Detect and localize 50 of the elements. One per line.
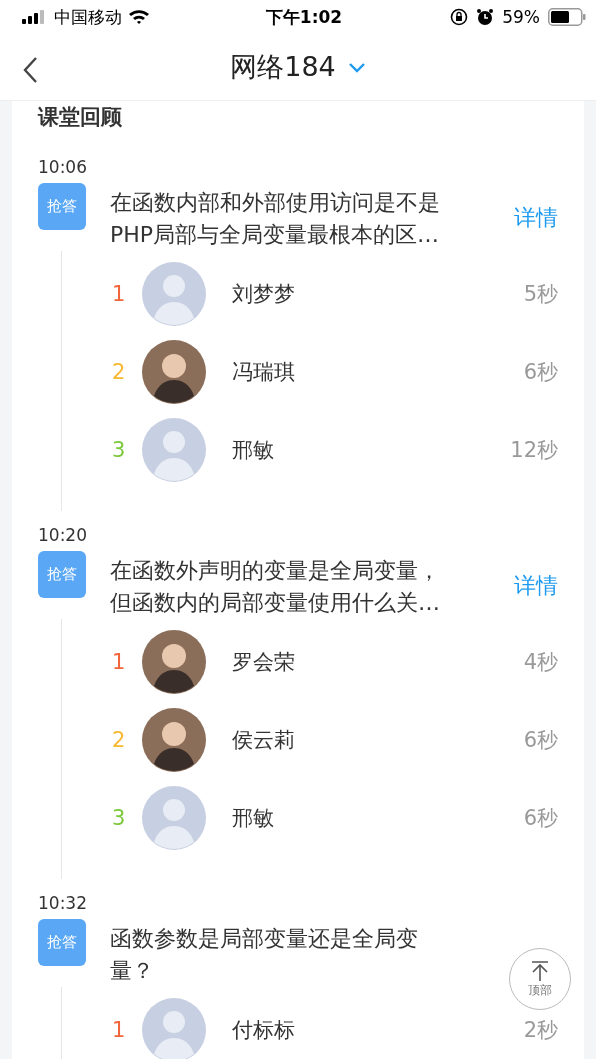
- answer-time: 6秒: [523, 727, 558, 754]
- rank-number: 2: [112, 728, 127, 752]
- carrier-name: 中国移动: [54, 5, 122, 29]
- rank-number: 1: [112, 282, 127, 306]
- answer-time: 4秒: [523, 649, 558, 676]
- quiz-badge: 抢答: [38, 919, 86, 966]
- arrow-up-icon: [530, 959, 550, 982]
- clock-time: 下午1:02: [265, 6, 343, 27]
- battery-icon: [548, 8, 586, 26]
- question-text: 在函数外声明的变量是全局变量，但函数内的局部变量使用什么关…: [110, 557, 441, 617]
- rotation-lock-icon: [450, 8, 469, 26]
- battery-percent: 59%: [502, 7, 540, 27]
- avatar-icon: [142, 340, 206, 404]
- session-time: 10:32: [38, 893, 87, 913]
- answer-time: 2秒: [523, 1017, 558, 1044]
- details-link[interactable]: 详情: [514, 571, 558, 601]
- avatar-icon: [142, 630, 206, 694]
- answer-time: 6秒: [523, 359, 558, 386]
- student-name: 侯云莉: [232, 727, 296, 754]
- session-time: 10:20: [38, 525, 87, 545]
- avatar-icon: [142, 262, 206, 326]
- rank-number: 3: [112, 806, 127, 830]
- rank-number: 1: [112, 650, 127, 674]
- student-name: 邢敏: [232, 437, 275, 464]
- student-name: 冯瑞琪: [232, 359, 296, 386]
- wifi-icon: [128, 9, 150, 25]
- question-text: 函数参数是局部变量还是全局变量？: [110, 925, 419, 985]
- student-name: 罗会荣: [232, 649, 296, 676]
- answer-time: 5秒: [523, 281, 558, 308]
- quiz-badge: 抢答: [38, 551, 86, 598]
- alarm-icon: [476, 8, 495, 26]
- chevron-down-icon[interactable]: [347, 61, 366, 73]
- student-name: 刘梦梦: [232, 281, 296, 308]
- rank-number: 2: [112, 360, 127, 384]
- student-name: 邢敏: [232, 805, 275, 832]
- section-title: 课堂回顾: [38, 105, 122, 129]
- answer-time: 6秒: [523, 805, 558, 832]
- session-time: 10:06: [38, 157, 87, 177]
- avatar-icon: [142, 418, 206, 482]
- rank-number: 3: [112, 438, 127, 462]
- quiz-badge: 抢答: [38, 183, 86, 230]
- class-title: 网络184: [230, 50, 336, 84]
- rank-number: 1: [112, 1018, 127, 1042]
- avatar-icon: [142, 998, 206, 1059]
- student-name: 付标标: [232, 1017, 296, 1044]
- avatar-icon: [142, 708, 206, 772]
- details-link[interactable]: 详情: [514, 203, 558, 233]
- answer-time: 12秒: [510, 437, 558, 464]
- question-text: 在函数内部和外部使用访问是不是PHP局部与全局变量最根本的区…: [110, 189, 441, 249]
- avatar-icon: [142, 786, 206, 850]
